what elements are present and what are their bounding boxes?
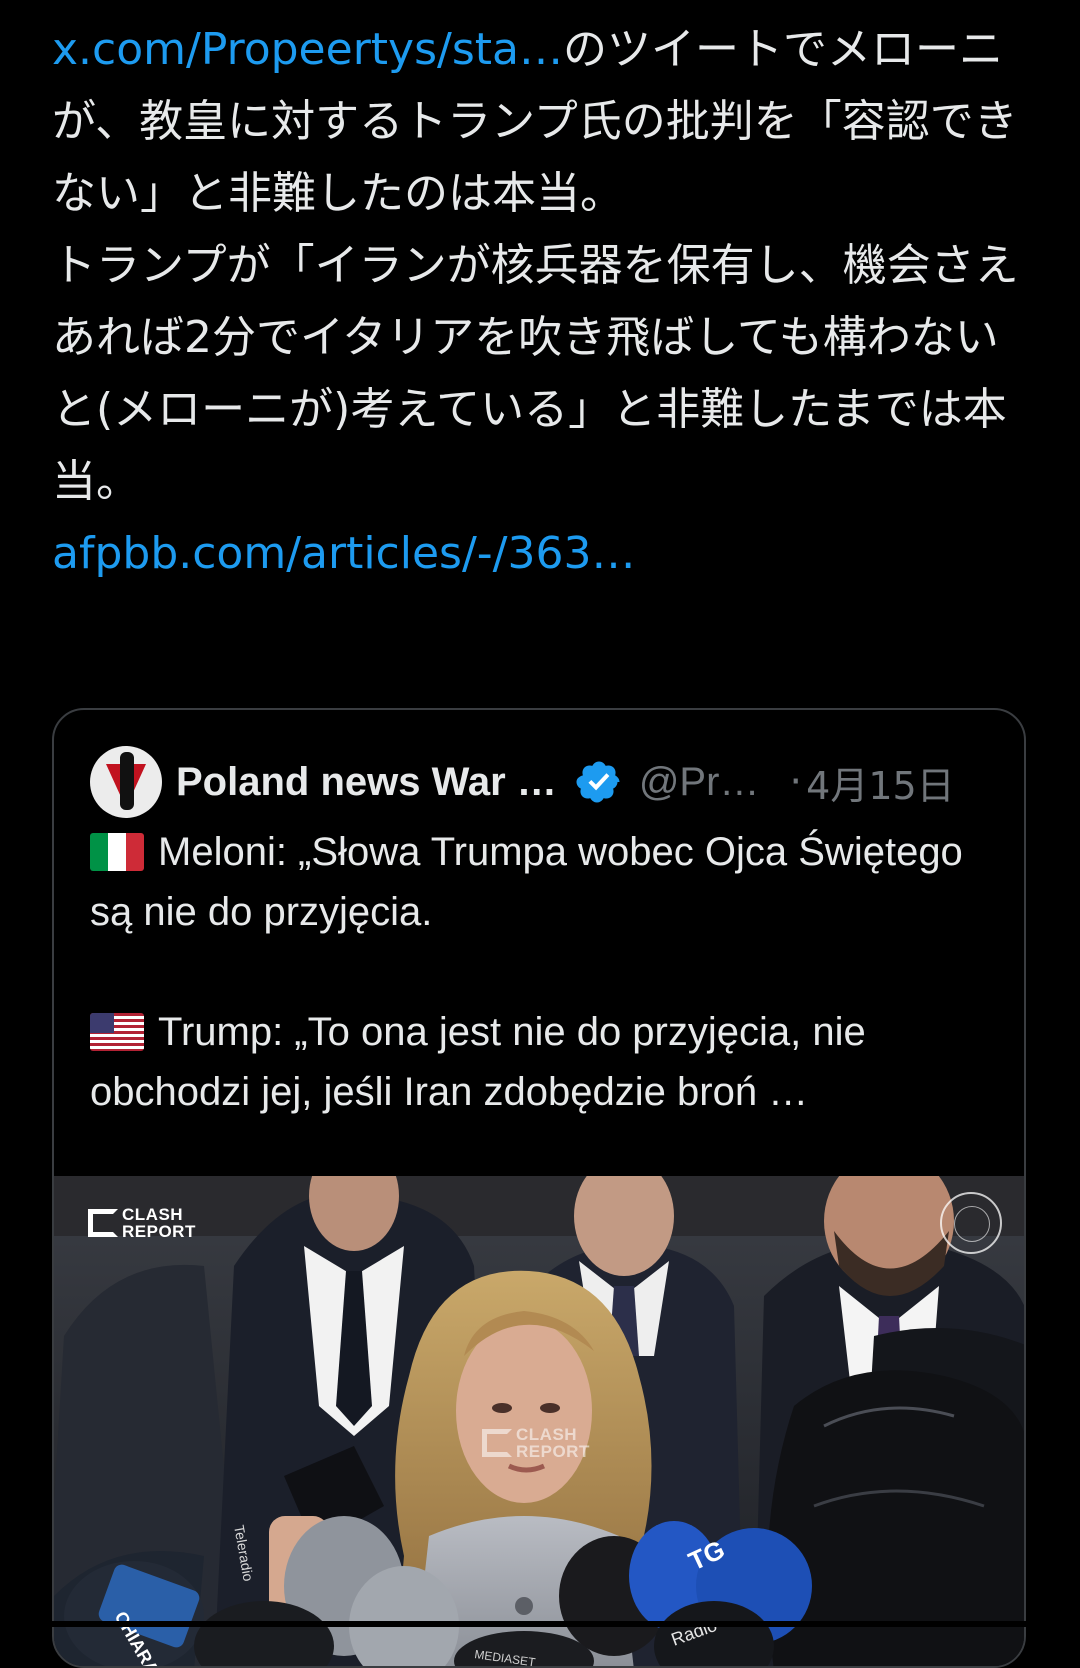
article-link[interactable]: afpbb.com/articles/-/363… — [52, 528, 635, 579]
quote-paragraph-1: Meloni: „Słowa Trumpa wobec Ojca Święteg… — [90, 822, 990, 942]
us-flag-icon — [90, 1013, 144, 1051]
watermark-line-2: REPORT — [122, 1222, 196, 1241]
tweet-link[interactable]: x.com/Propeertys/sta… — [52, 24, 563, 75]
post-text-2: トランプが「イランが核兵器を保有し、機会さえあれば2分でイタリアを吹き飛ばしても… — [52, 240, 1019, 507]
quote-date[interactable]: 4月15日 — [806, 755, 955, 810]
quote-header: Poland news War … @Pr… · 4月15日 — [90, 746, 994, 818]
header-separator: · — [789, 759, 803, 805]
government-seal-icon — [940, 1192, 1002, 1254]
quoted-tweet-card[interactable]: Poland news War … @Pr… · 4月15日 Meloni: „… — [52, 708, 1026, 1668]
verified-badge-icon — [576, 761, 620, 803]
quote-body: Meloni: „Słowa Trumpa wobec Ojca Święteg… — [90, 822, 990, 1182]
clash-report-logo-icon — [482, 1429, 512, 1457]
avatar-figure — [120, 752, 134, 810]
quote-handle[interactable]: @Pr… — [639, 760, 760, 805]
watermark-line-1: CLASH — [516, 1425, 578, 1444]
quote-paragraph-2: Trump: „To ona jest nie do przyjęcia, ni… — [90, 1002, 990, 1122]
watermark-line-1: CLASH — [122, 1205, 184, 1224]
post-body: x.com/Propeertys/sta…のツイートでメローニが、教皇に対するト… — [52, 14, 1042, 590]
italy-flag-icon — [90, 833, 144, 871]
attached-video[interactable]: CHIARA Teleradio TG Radio MEDIASET CLASH… — [54, 1176, 1024, 1666]
watermark-line-2: REPORT — [516, 1442, 590, 1461]
press-scene-image: CHIARA Teleradio TG Radio MEDIASET — [54, 1176, 1024, 1666]
quote-text-2: Trump: „To ona jest nie do przyjęcia, ni… — [90, 1010, 866, 1114]
avatar[interactable] — [90, 746, 162, 818]
bottom-edge — [0, 1621, 1080, 1627]
clash-report-watermark-center: CLASH REPORT — [482, 1426, 590, 1460]
clash-report-watermark: CLASH REPORT — [88, 1206, 196, 1240]
clash-report-logo-icon — [88, 1209, 118, 1237]
quote-text-1: Meloni: „Słowa Trumpa wobec Ojca Święteg… — [90, 830, 963, 934]
quote-author-name[interactable]: Poland news War … — [176, 760, 557, 805]
